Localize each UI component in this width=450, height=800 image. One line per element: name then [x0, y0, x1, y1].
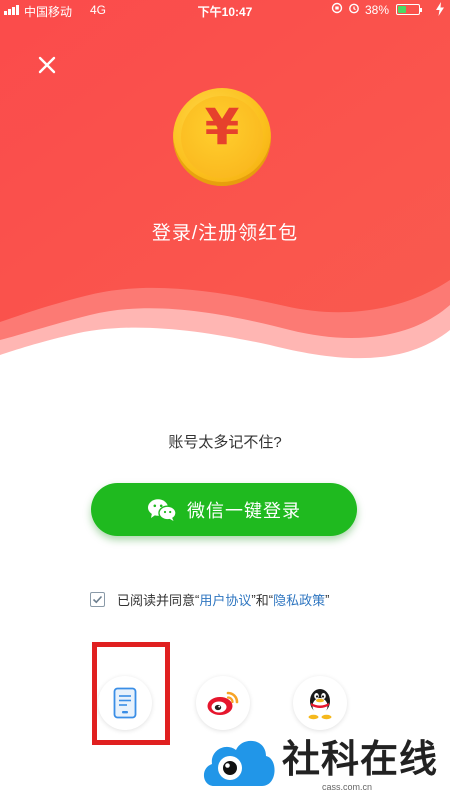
privacy-policy-link[interactable]: 隐私政策 — [273, 590, 325, 609]
agreement-checkbox[interactable] — [90, 592, 105, 607]
promo-header-background — [0, 0, 450, 359]
battery-percent: 38% — [364, 2, 389, 17]
wechat-login-button[interactable]: 微信一键登录 — [91, 483, 357, 536]
charging-icon — [436, 2, 444, 19]
agreement-prefix: 已阅读并同意 — [117, 593, 196, 608]
watermark-brand: 社科在线 — [282, 737, 439, 781]
highlight-annotation — [92, 642, 170, 745]
rotation-lock-icon — [331, 2, 343, 17]
close-icon — [38, 56, 56, 74]
watermark-url: cass.com.cn — [322, 782, 373, 792]
agreement-row: 已阅读并同意 “ 用户协议 ” 和 “ 隐私政策 ” — [90, 590, 329, 609]
coin-icon: ¥ — [173, 88, 271, 186]
status-bar: 中国移动 4G 下午10:47 38% — [0, 0, 450, 20]
promo-title: 登录/注册领红包 — [151, 223, 299, 244]
agreement-conjunction: 和 — [255, 593, 269, 608]
alarm-icon — [348, 2, 360, 17]
weibo-login-button[interactable] — [196, 676, 250, 730]
close-button[interactable] — [34, 52, 60, 78]
quote-close: ” — [325, 592, 330, 607]
wechat-login-label: 微信一键登录 — [187, 500, 301, 521]
qq-icon — [308, 689, 332, 720]
checkmark-icon — [92, 595, 103, 604]
weibo-icon — [207, 691, 239, 715]
account-hint: 账号太多记不住? — [168, 434, 282, 451]
wechat-icon — [148, 498, 177, 521]
yen-symbol: ¥ — [204, 98, 240, 156]
watermark: 社科在线 cass.com.cn — [200, 728, 450, 800]
qq-login-button[interactable] — [293, 676, 347, 730]
watermark-logo-icon — [203, 740, 275, 786]
battery-icon — [396, 4, 422, 15]
user-agreement-link[interactable]: 用户协议 — [199, 590, 251, 609]
